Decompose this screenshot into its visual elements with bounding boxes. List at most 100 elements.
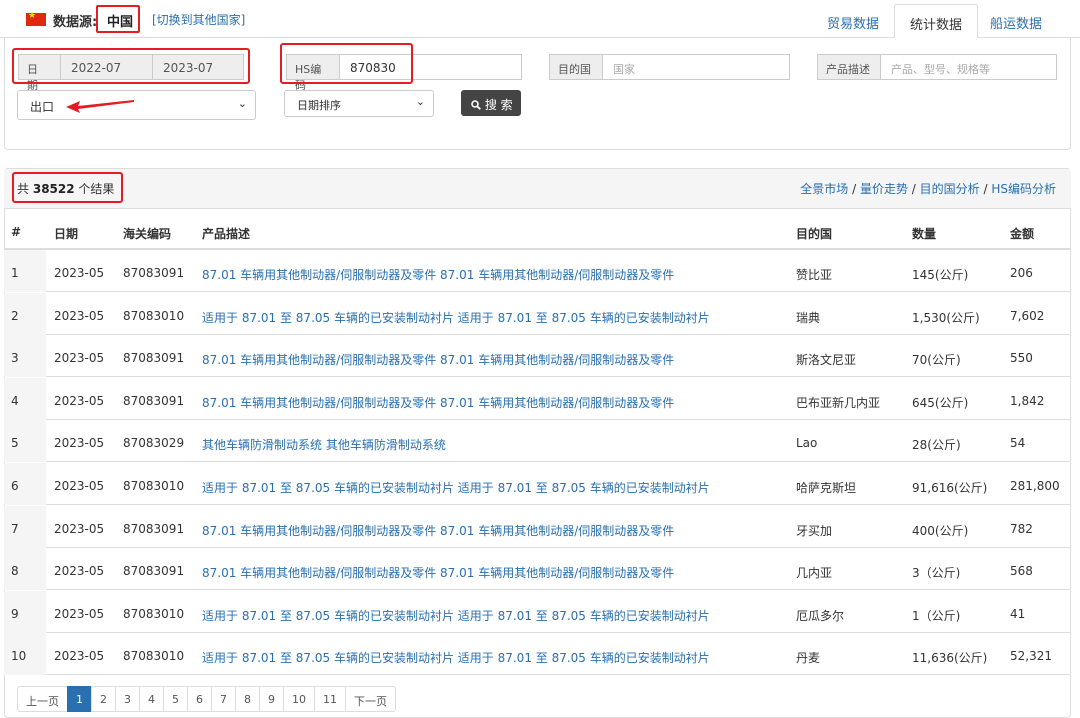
cell-hs-code: 87083091: [123, 564, 185, 579]
link-separator: /: [907, 182, 920, 196]
current-country: 中国: [107, 15, 134, 30]
page-button[interactable]: 3: [115, 686, 140, 712]
analysis-links: 全景市场 / 量价走势 / 目的国分析 / HS编码分析: [800, 180, 1056, 197]
cell-description-link[interactable]: 适用于 87.01 至 87.05 车辆的已安装制动衬片 适用于 87.01 至…: [202, 649, 710, 666]
search-icon: [471, 100, 481, 110]
cell-date: 2023-05: [54, 436, 105, 451]
table-row: 8 2023-05 87083091 87.01 车辆用其他制动器/伺服制动器及零件 …: [4, 548, 1071, 591]
cell-destination: Lao: [796, 436, 818, 451]
destination-input[interactable]: 国家: [602, 54, 790, 80]
col-header-amount: 金额: [1010, 227, 1035, 241]
link-hs-code-analysis[interactable]: HS编码分析: [991, 182, 1056, 196]
cell-hs-code: 87083010: [123, 308, 185, 323]
tab-statistics-data[interactable]: 统计数据: [894, 4, 979, 39]
cell-index: 7: [11, 521, 19, 536]
page-button[interactable]: 1: [67, 686, 92, 712]
link-price-trend[interactable]: 量价走势: [860, 182, 908, 196]
cell-date: 2023-05: [54, 308, 105, 323]
cell-destination: 丹麦: [796, 651, 821, 666]
cell-description-link[interactable]: 87.01 车辆用其他制动器/伺服制动器及零件 87.01 车辆用其他制动器/伺…: [202, 351, 674, 368]
tab-trade-data[interactable]: 贸易数据: [812, 4, 894, 39]
cell-index: 6: [11, 479, 19, 493]
cell-destination: 赞比亚: [796, 268, 833, 282]
page-button[interactable]: 9: [259, 686, 284, 712]
table-row: 5 2023-05 87083029 其他车辆防滑制动系统 其他车辆防滑制动系统 Lao…: [4, 420, 1071, 463]
table-row: 6 2023-05 87083010 适用于 87.01 至 87.05 车辆的已安装…: [4, 463, 1071, 505]
cell-destination: 巴布亚新几内亚: [796, 395, 881, 410]
cell-amount: 281,800: [1010, 479, 1060, 493]
cell-amount: 550: [1010, 351, 1033, 366]
link-separator: /: [848, 182, 860, 196]
page-button[interactable]: 5: [163, 686, 188, 712]
pagination: 上一页 1 2 3 4 5 6 7 8 9 10 11 下一页: [17, 686, 396, 712]
sort-select[interactable]: 日期排序 ⌄: [284, 90, 434, 117]
cell-description-link[interactable]: 适用于 87.01 至 87.05 车辆的已安装制动衬片 适用于 87.01 至…: [202, 607, 710, 624]
col-header-description: 产品描述: [202, 227, 251, 241]
page-button[interactable]: 6: [187, 686, 212, 712]
product-desc-input[interactable]: 产品、型号、规格等: [880, 54, 1057, 80]
page-button[interactable]: 8: [235, 686, 260, 712]
cell-date: 2023-05: [54, 521, 105, 536]
cell-description-link[interactable]: 87.01 车辆用其他制动器/伺服制动器及零件 87.01 车辆用其他制动器/伺…: [202, 266, 674, 283]
cell-index: 5: [11, 436, 19, 451]
cell-amount: 52,321: [1010, 649, 1052, 664]
cell-date: 2023-05: [54, 479, 105, 493]
result-count-suffix: 个结果: [78, 182, 115, 196]
col-header-destination: 目的国: [796, 227, 833, 241]
table-row: 7 2023-05 87083091 87.01 车辆用其他制动器/伺服制动器及零件 …: [4, 505, 1071, 548]
cell-date: 2023-05: [54, 606, 105, 621]
cell-hs-code: 87083091: [123, 393, 185, 408]
china-flag-icon: ★: [26, 11, 46, 26]
cell-description-link[interactable]: 87.01 车辆用其他制动器/伺服制动器及零件 87.01 车辆用其他制动器/伺…: [202, 394, 674, 411]
cell-amount: 206: [1010, 266, 1033, 280]
page-button[interactable]: 2: [91, 686, 116, 712]
cell-amount: 1,842: [1010, 393, 1045, 408]
cell-hs-code: 87083010: [123, 606, 185, 621]
cell-quantity: 645(公斤): [912, 395, 969, 410]
red-arrow-annotation: [66, 100, 134, 113]
page-button[interactable]: 11: [314, 686, 346, 712]
result-count-number: 38522: [32, 182, 75, 196]
cell-description-link[interactable]: 适用于 87.01 至 87.05 车辆的已安装制动衬片 适用于 87.01 至…: [202, 479, 710, 496]
page-button[interactable]: 7: [211, 686, 236, 712]
search-button[interactable]: 搜 索: [461, 90, 521, 116]
cell-amount: 7,602: [1010, 308, 1045, 323]
cell-quantity: 1,530(公斤): [912, 310, 980, 325]
cell-description-link[interactable]: 87.01 车辆用其他制动器/伺服制动器及零件 87.01 车辆用其他制动器/伺…: [202, 522, 674, 539]
direction-select[interactable]: 出口 ⌄: [17, 90, 256, 120]
page-button[interactable]: 10: [283, 686, 315, 712]
col-header-quantity: 数量: [912, 227, 937, 241]
cell-amount: 41: [1010, 606, 1026, 621]
prev-page-button[interactable]: 上一页: [17, 686, 68, 712]
cell-description-link[interactable]: 其他车辆防滑制动系统 其他车辆防滑制动系统: [202, 436, 446, 453]
col-header-date: 日期: [54, 227, 79, 241]
cell-hs-code: 87083010: [123, 649, 185, 664]
cell-destination: 斯洛文尼亚: [796, 353, 857, 368]
cell-description-link[interactable]: 87.01 车辆用其他制动器/伺服制动器及零件 87.01 车辆用其他制动器/伺…: [202, 564, 674, 581]
cell-hs-code: 87083091: [123, 351, 185, 366]
cell-description-link[interactable]: 适用于 87.01 至 87.05 车辆的已安装制动衬片 适用于 87.01 至…: [202, 309, 710, 326]
switch-country-link[interactable]: [切换到其他国家]: [152, 11, 245, 28]
link-panorama-market[interactable]: 全景市场: [800, 182, 848, 196]
cell-destination: 哈萨克斯坦: [796, 481, 857, 495]
tab-shipping-data[interactable]: 船运数据: [975, 4, 1057, 39]
search-button-label: 搜 索: [484, 98, 513, 112]
link-destination-analysis[interactable]: 目的国分析: [920, 182, 980, 196]
cell-date: 2023-05: [54, 393, 105, 408]
cell-index: 3: [11, 351, 19, 366]
col-header-hs-code: 海关编码: [123, 227, 172, 241]
cell-hs-code: 87083091: [123, 521, 185, 536]
page-button[interactable]: 4: [139, 686, 164, 712]
cell-quantity: 91,616(公斤): [912, 481, 988, 495]
cell-index: 10: [11, 649, 27, 664]
cell-index: 4: [11, 393, 19, 408]
result-count: 共 38522 个结果: [17, 180, 114, 197]
cell-index: 1: [11, 266, 19, 280]
cell-hs-code: 87083029: [123, 436, 185, 451]
cell-quantity: 3（公斤): [912, 566, 961, 581]
cell-destination: 牙买加: [796, 523, 833, 538]
next-page-button[interactable]: 下一页: [345, 686, 396, 712]
cell-destination: 瑞典: [796, 310, 821, 325]
hs-code-highlight-box: [280, 43, 413, 84]
cell-amount: 54: [1010, 436, 1026, 451]
